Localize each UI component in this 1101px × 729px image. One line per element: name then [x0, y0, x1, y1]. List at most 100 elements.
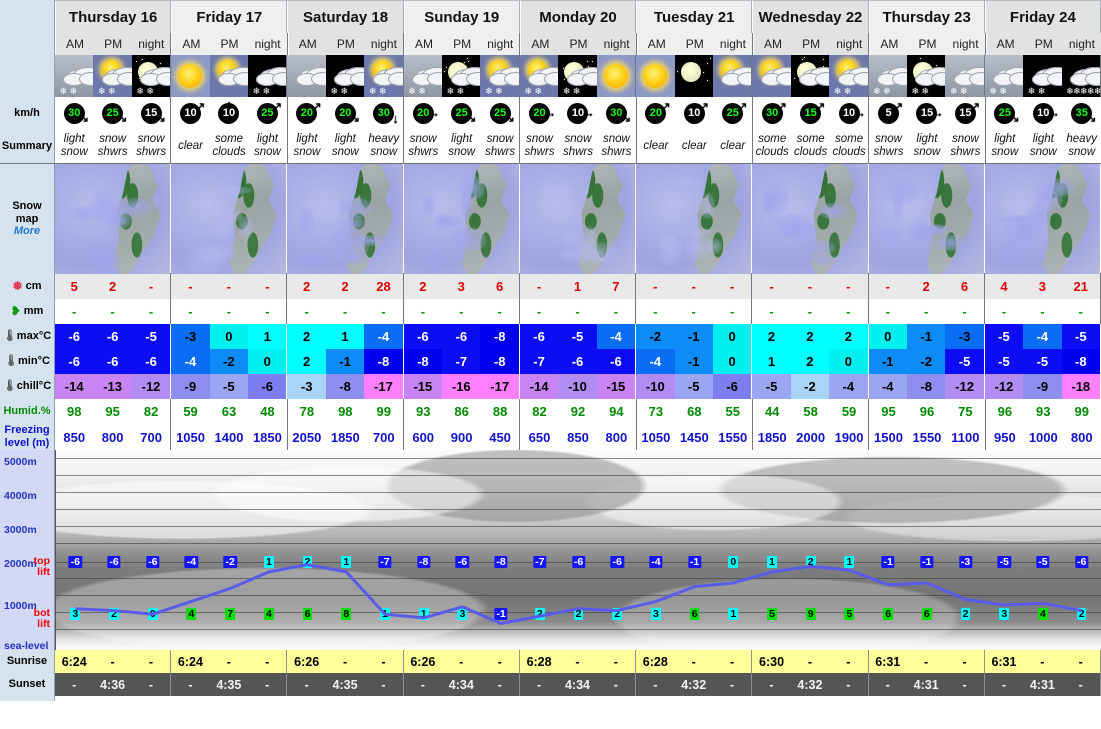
- rain_mm-cell: -: [713, 299, 751, 324]
- wind-direction-arrow-se: ↘: [504, 110, 515, 126]
- period-label-night: night: [830, 33, 868, 55]
- min_c-cell: -1: [326, 349, 364, 374]
- icon-group-6: ❄❄: [752, 55, 868, 97]
- min_c-group-8: -5-5-8: [985, 349, 1101, 374]
- sunset-cell: 4:31: [907, 673, 945, 696]
- summary-word: snow: [487, 133, 514, 146]
- rain_mm-cell: -: [442, 299, 480, 324]
- min_c-cell: -6: [558, 349, 596, 374]
- weather-icon-cell: ❄❄: [907, 55, 945, 97]
- cloud-glyph: [1047, 72, 1062, 86]
- period-label-pm: PM: [559, 33, 597, 55]
- day-header-0[interactable]: Thursday 16: [55, 1, 171, 33]
- summary-word: snow: [99, 133, 126, 146]
- snow-map-image-7[interactable]: [869, 164, 984, 274]
- weather-icon-cell: [713, 55, 751, 97]
- day-header-2[interactable]: Saturday 18: [287, 1, 403, 33]
- snow-cm-row: ❅ cm 52----2228236-17-------264321: [0, 274, 1101, 299]
- snowflake-glyph: ❄: [340, 87, 348, 96]
- snow-map-group-7: [869, 164, 985, 273]
- day-header-3[interactable]: Sunday 19: [404, 1, 520, 33]
- snowflake-glyph: ❄: [108, 87, 116, 96]
- humidity-cell: 78: [288, 399, 326, 424]
- freezing_level-cell: 1050: [171, 424, 209, 450]
- humidity-cell: 55: [714, 399, 752, 424]
- snow-map-image-8[interactable]: [985, 164, 1100, 274]
- snow-map-image-3[interactable]: [404, 164, 519, 274]
- snow-map-image-5[interactable]: [636, 164, 751, 274]
- wind-badge: 10↑: [214, 101, 244, 125]
- day-header-8[interactable]: Friday 24: [985, 1, 1101, 33]
- bottom-padding: [0, 696, 1101, 701]
- sunrise-group-3: 6:26--: [404, 650, 520, 673]
- cloud-glyph: [853, 72, 868, 86]
- snow-blob: [1049, 178, 1073, 196]
- sun-cloud-snow-icon: ❄❄: [480, 55, 518, 97]
- min-temp-label: 🌡min°C: [0, 349, 55, 374]
- sunset-cell: -: [829, 673, 867, 696]
- summary-word: some: [835, 133, 863, 146]
- summary-word: some: [758, 133, 786, 146]
- chill_c-cell: -2: [791, 374, 829, 399]
- min_c-cell: -4: [636, 349, 674, 374]
- day-header-6[interactable]: Wednesday 22: [752, 1, 868, 33]
- summary-word: snow: [526, 133, 553, 146]
- snow-blob: [671, 176, 704, 187]
- summary-cell: snowshwrs: [132, 129, 170, 163]
- min_c-cell: 2: [287, 349, 325, 374]
- wind-direction-arrow-ne: ↗: [815, 99, 826, 115]
- summary-word: light: [1033, 133, 1054, 146]
- snow-map-title: Snow map: [0, 200, 54, 225]
- snow-map-image-2[interactable]: [287, 164, 402, 274]
- freezing_level-cell: 1550: [714, 424, 752, 450]
- chill_c-group-1: -9-5-6: [171, 374, 287, 399]
- snow_cm-cell: -: [829, 274, 867, 299]
- day-header-5[interactable]: Tuesday 21: [636, 1, 752, 33]
- cloud-snow-night-icon: ❄❄: [326, 55, 364, 97]
- chill-temp-text: chill°C: [17, 380, 51, 393]
- snowflake-glyph: ❄: [563, 87, 571, 96]
- sunset-cell: -: [55, 673, 93, 696]
- snowflake-glyph: ❄: [457, 87, 465, 96]
- max_c-cell: -3: [171, 324, 209, 349]
- snowflake-glyph: ❄: [136, 87, 144, 96]
- max_c-cell: -3: [945, 324, 983, 349]
- day-header-4[interactable]: Monday 20: [520, 1, 636, 33]
- max_c-cell: 0: [713, 324, 751, 349]
- wind-badge: 30↘: [601, 101, 631, 125]
- period-label-pm: PM: [908, 33, 946, 55]
- wind-cell: 10→: [559, 97, 597, 129]
- snow-blob: [424, 249, 445, 272]
- snow-blob: [933, 235, 968, 251]
- snow-map-more-link[interactable]: More: [14, 225, 40, 238]
- freezing_level-cell: 2000: [791, 424, 829, 450]
- weather-icon-cell: ❄❄: [364, 55, 402, 97]
- snowflake-glyph: ❄: [330, 87, 338, 96]
- chart-axis-tick-2: 3000m: [4, 524, 37, 536]
- rain_mm-cell: -: [171, 299, 209, 324]
- humidity-cell: 86: [442, 399, 480, 424]
- chill_c-cell: -8: [907, 374, 945, 399]
- snow-map-image-6[interactable]: [752, 164, 867, 274]
- wind-badge: 20↘: [330, 101, 360, 125]
- day-header-7[interactable]: Thursday 23: [869, 1, 985, 33]
- weather-icon-cell: ❄❄: [1023, 55, 1061, 97]
- summary-group-2: lightsnowlightsnowheavysnow: [288, 129, 404, 163]
- summary-word: snow: [448, 146, 475, 159]
- sunrise-cell: 6:24: [55, 650, 93, 673]
- max_c-group-6: 222: [752, 324, 868, 349]
- humidity-cell: 44: [753, 399, 791, 424]
- summary-cell: lightsnow: [326, 129, 364, 163]
- day-header-1[interactable]: Friday 17: [171, 1, 287, 33]
- wind-direction-arrow-se: ↘: [621, 110, 632, 126]
- snow-blob: [893, 189, 905, 219]
- min_c-cell: -1: [675, 349, 713, 374]
- wind-cell: 25↗: [248, 97, 286, 129]
- wind-direction-arrow-e: →: [582, 105, 595, 120]
- period-label-night: night: [1063, 33, 1101, 55]
- snow-map-image-4[interactable]: [520, 164, 635, 274]
- snow-map-image-1[interactable]: [171, 164, 286, 274]
- snow-map-image-0[interactable]: [55, 164, 170, 274]
- wind-direction-arrow-ne: ↗: [893, 99, 904, 115]
- wind-group-4: 20→10→30↘: [520, 97, 636, 129]
